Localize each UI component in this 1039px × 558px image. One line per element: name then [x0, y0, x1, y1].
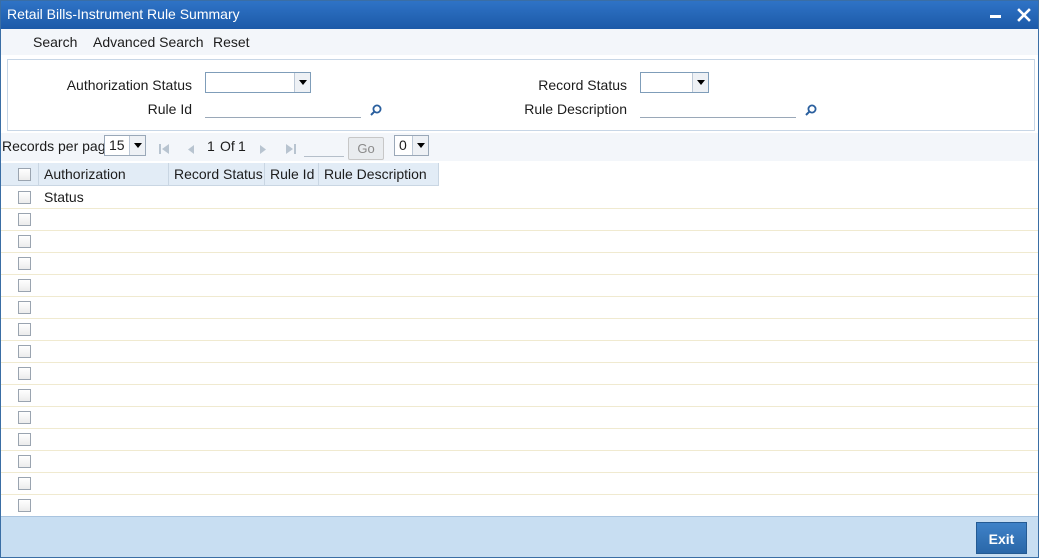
row-checkbox[interactable]: [18, 213, 31, 226]
dropdown-arrow-icon: [294, 73, 310, 92]
go-button[interactable]: Go: [348, 137, 384, 160]
select-all-checkbox[interactable]: [18, 168, 31, 181]
grid-header: Authorization Status Record Status Rule …: [1, 163, 439, 205]
row-checkbox[interactable]: [18, 367, 31, 380]
exit-button[interactable]: Exit: [976, 522, 1027, 554]
rule-description-input[interactable]: [640, 98, 796, 118]
row-checkbox[interactable]: [18, 455, 31, 468]
reset-button[interactable]: Reset: [213, 34, 250, 50]
column-header-authorization-status[interactable]: Authorization Status: [39, 163, 169, 205]
title-bar: Retail Bills-Instrument Rule Summary: [1, 1, 1038, 29]
row-checkbox[interactable]: [18, 279, 31, 292]
table-row[interactable]: [1, 341, 1038, 363]
rule-id-input[interactable]: [205, 98, 361, 118]
row-checkbox[interactable]: [18, 477, 31, 490]
column-header-rule-id[interactable]: Rule Id: [265, 163, 319, 186]
rule-id-label: Rule Id: [147, 101, 192, 117]
first-page-icon[interactable]: [158, 142, 170, 154]
close-icon[interactable]: [1015, 6, 1033, 24]
window-title: Retail Bills-Instrument Rule Summary: [7, 6, 240, 22]
table-row[interactable]: [1, 429, 1038, 451]
table-row[interactable]: [1, 473, 1038, 495]
row-checkbox[interactable]: [18, 345, 31, 358]
table-row[interactable]: [1, 231, 1038, 253]
table-row[interactable]: [1, 385, 1038, 407]
summary-window: Retail Bills-Instrument Rule Summary Sea…: [0, 0, 1039, 558]
row-checkbox[interactable]: [18, 389, 31, 402]
previous-page-icon[interactable]: [185, 142, 197, 154]
row-checkbox[interactable]: [18, 191, 31, 204]
minimize-icon[interactable]: [987, 6, 1005, 24]
row-checkbox[interactable]: [18, 235, 31, 248]
row-checkbox[interactable]: [18, 433, 31, 446]
search-criteria-panel: Authorization Status Record Status Rule …: [7, 59, 1035, 131]
footer-bar: Exit: [1, 516, 1038, 557]
advanced-search-button[interactable]: Advanced Search: [93, 34, 204, 50]
records-per-page-label: Records per page: [2, 138, 114, 154]
pagination-bar: Records per page 15 1 Of 1 Go 0: [1, 133, 1038, 161]
records-per-page-select[interactable]: 15: [104, 135, 146, 156]
last-page-icon[interactable]: [285, 142, 297, 154]
column-header-record-status[interactable]: Record Status: [169, 163, 265, 186]
record-status-select[interactable]: [640, 72, 709, 93]
table-row[interactable]: [1, 297, 1038, 319]
total-pages: 1: [238, 138, 246, 154]
current-page: 1: [207, 138, 215, 154]
table-row[interactable]: [1, 407, 1038, 429]
row-checkbox[interactable]: [18, 323, 31, 336]
page-selector-select[interactable]: 0: [394, 135, 429, 156]
table-row[interactable]: [1, 495, 1038, 517]
dropdown-arrow-icon: [129, 136, 145, 155]
toolbar: Search Advanced Search Reset: [1, 29, 1038, 55]
table-row[interactable]: [1, 253, 1038, 275]
search-lens-icon[interactable]: [369, 103, 383, 117]
authorization-status-select[interactable]: [205, 72, 311, 93]
search-lens-icon[interactable]: [804, 103, 818, 117]
row-checkbox[interactable]: [18, 301, 31, 314]
record-status-label: Record Status: [538, 77, 627, 93]
table-row[interactable]: [1, 275, 1038, 297]
table-row[interactable]: [1, 187, 1038, 209]
row-checkbox[interactable]: [18, 499, 31, 512]
table-row[interactable]: [1, 319, 1038, 341]
select-all-cell: [1, 163, 39, 186]
rule-description-label: Rule Description: [524, 101, 627, 117]
table-row[interactable]: [1, 363, 1038, 385]
next-page-icon[interactable]: [257, 142, 269, 154]
search-button[interactable]: Search: [33, 34, 77, 50]
of-label: Of: [220, 138, 235, 154]
table-row[interactable]: [1, 209, 1038, 231]
row-checkbox[interactable]: [18, 257, 31, 270]
dropdown-arrow-icon: [692, 73, 708, 92]
authorization-status-label: Authorization Status: [66, 77, 192, 93]
table-row[interactable]: [1, 451, 1038, 473]
column-header-rule-description[interactable]: Rule Description: [319, 163, 439, 186]
dropdown-arrow-icon: [412, 136, 428, 155]
row-checkbox[interactable]: [18, 411, 31, 424]
page-number-input[interactable]: [304, 139, 344, 157]
